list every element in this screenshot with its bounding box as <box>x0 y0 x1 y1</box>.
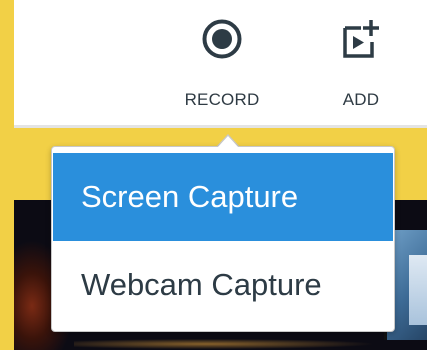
add-label: ADD <box>342 90 380 109</box>
menu-item-screen-capture[interactable]: Screen Capture <box>53 153 393 241</box>
add-button[interactable]: ADD <box>326 18 396 110</box>
video-monitor-screen <box>409 255 427 325</box>
record-button[interactable]: RECORD <box>172 18 272 110</box>
record-label: RECORD <box>184 90 260 109</box>
video-lights <box>74 338 404 350</box>
record-dropdown-menu: Screen Capture Webcam Capture <box>51 146 395 332</box>
media-toolbar: RECORD ADD <box>14 0 427 128</box>
toolbar-divider <box>14 125 427 128</box>
menu-caret-fill <box>217 136 239 148</box>
menu-item-webcam-capture[interactable]: Webcam Capture <box>53 241 393 329</box>
record-icon <box>202 19 242 59</box>
add-media-icon <box>343 20 379 58</box>
